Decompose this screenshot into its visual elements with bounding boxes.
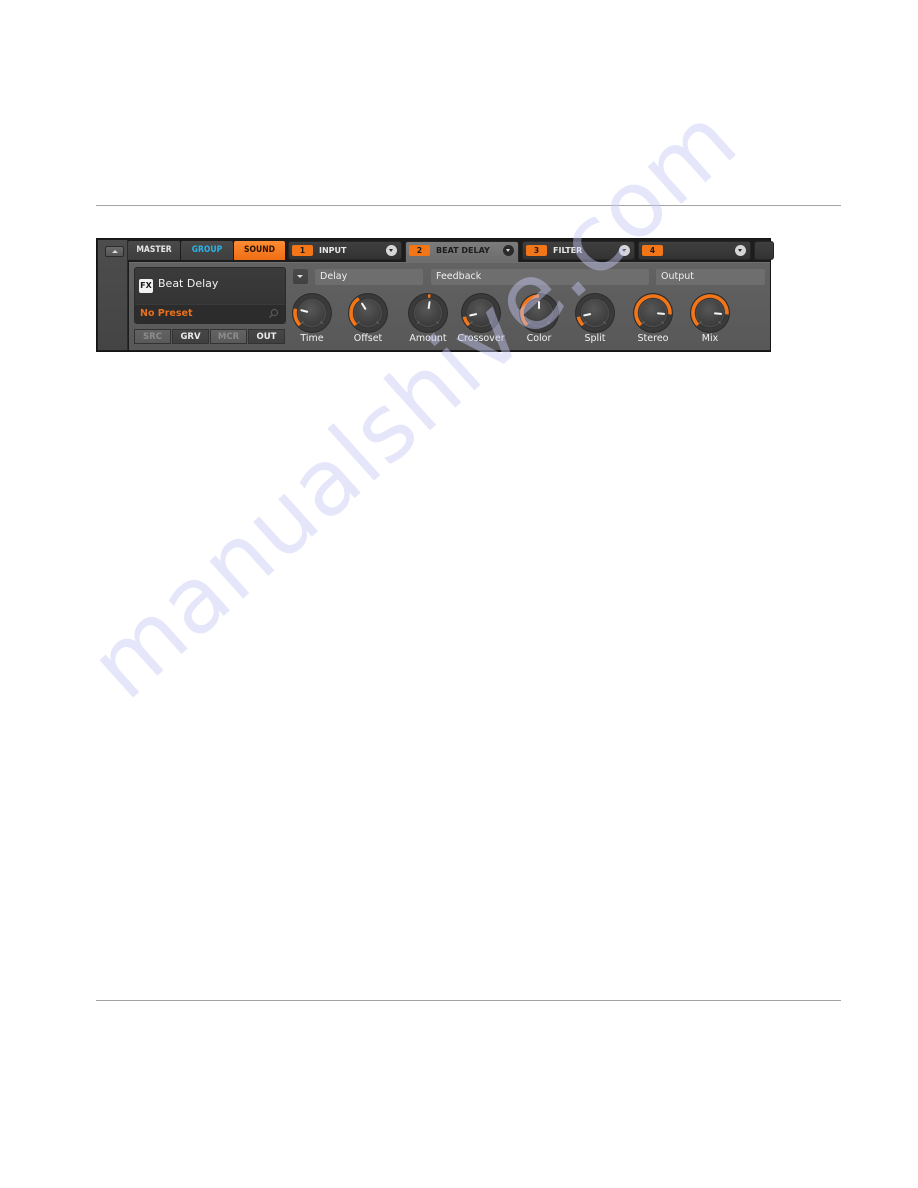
plugin-name: Beat Delay: [158, 277, 219, 290]
triangle-up-icon: [112, 250, 118, 253]
knob-color[interactable]: [517, 291, 561, 335]
search-icon[interactable]: [268, 308, 279, 319]
slot-name: FILTER: [553, 246, 583, 255]
tab-sound[interactable]: SOUND: [234, 241, 285, 260]
knob-stereo[interactable]: [631, 291, 675, 335]
watermark: manualshive.com: [70, 85, 758, 720]
knob-amount[interactable]: [406, 291, 450, 335]
knob-pointer: [469, 313, 478, 317]
knob-pointer: [427, 301, 431, 310]
page-button-grv[interactable]: GRV: [172, 329, 209, 344]
knob-mix[interactable]: [688, 291, 732, 335]
slot-name: INPUT: [319, 246, 347, 255]
panel-left-column: [98, 240, 128, 350]
slot-name: BEAT DELAY: [436, 246, 490, 255]
knob-graphic: [519, 293, 559, 333]
slot-number: 1: [292, 245, 313, 256]
tab-master[interactable]: MASTER: [128, 241, 180, 260]
knob-crossover[interactable]: [459, 291, 503, 335]
knob-graphic: [633, 293, 673, 333]
slot-number: 3: [526, 245, 547, 256]
tab-group[interactable]: GROUP: [181, 241, 233, 260]
plugin-slot-1[interactable]: 1 INPUT: [288, 241, 402, 260]
chevron-down-icon[interactable]: [619, 245, 630, 256]
plugin-content: FX Beat Delay No Preset SRC GRV MCR OUT …: [129, 262, 770, 350]
knob-graphic: [408, 293, 448, 333]
knob-time[interactable]: [290, 291, 334, 335]
preset-box[interactable]: FX Beat Delay No Preset: [134, 267, 286, 324]
fx-icon: FX: [139, 279, 153, 293]
plugin-header: FX Beat Delay: [135, 268, 285, 304]
collapse-button[interactable]: [105, 246, 124, 257]
bottom-divider: [96, 1000, 841, 1001]
plugin-slot-2[interactable]: 2 BEAT DELAY: [405, 241, 519, 263]
plugin-slot-4[interactable]: 4: [638, 241, 751, 260]
knob-graphic: [292, 293, 332, 333]
chevron-down-icon[interactable]: [503, 245, 514, 256]
knob-graphic: [690, 293, 730, 333]
knob-pointer: [583, 313, 592, 317]
page-menu-button[interactable]: [293, 269, 308, 284]
page-button-mcr[interactable]: MCR: [210, 329, 247, 344]
chevron-down-icon[interactable]: [386, 245, 397, 256]
slot-number: 4: [642, 245, 663, 256]
preset-row[interactable]: No Preset: [135, 305, 285, 323]
knob-graphic: [575, 293, 615, 333]
knob-graphic: [461, 293, 501, 333]
knob-label: Mix: [701, 333, 719, 344]
section-header-feedback: Feedback: [431, 269, 649, 285]
section-header-delay: Delay: [315, 269, 423, 285]
top-divider: [96, 205, 841, 206]
knob-offset[interactable]: [346, 291, 390, 335]
knob-graphic: [348, 293, 388, 333]
chevron-down-icon[interactable]: [735, 245, 746, 256]
slot-number: 2: [409, 245, 430, 256]
knob-split[interactable]: [573, 291, 617, 335]
plugin-slot-3[interactable]: 3 FILTER: [522, 241, 635, 260]
plugin-panel: MASTER GROUP SOUND 1 INPUT 2 BEAT DELAY …: [96, 238, 774, 352]
plugin-slot-more[interactable]: [754, 241, 774, 260]
section-header-output: Output: [656, 269, 765, 285]
page-buttons: SRC GRV MCR OUT: [134, 329, 286, 345]
preset-name: No Preset: [140, 308, 193, 319]
page-button-src[interactable]: SRC: [134, 329, 171, 344]
